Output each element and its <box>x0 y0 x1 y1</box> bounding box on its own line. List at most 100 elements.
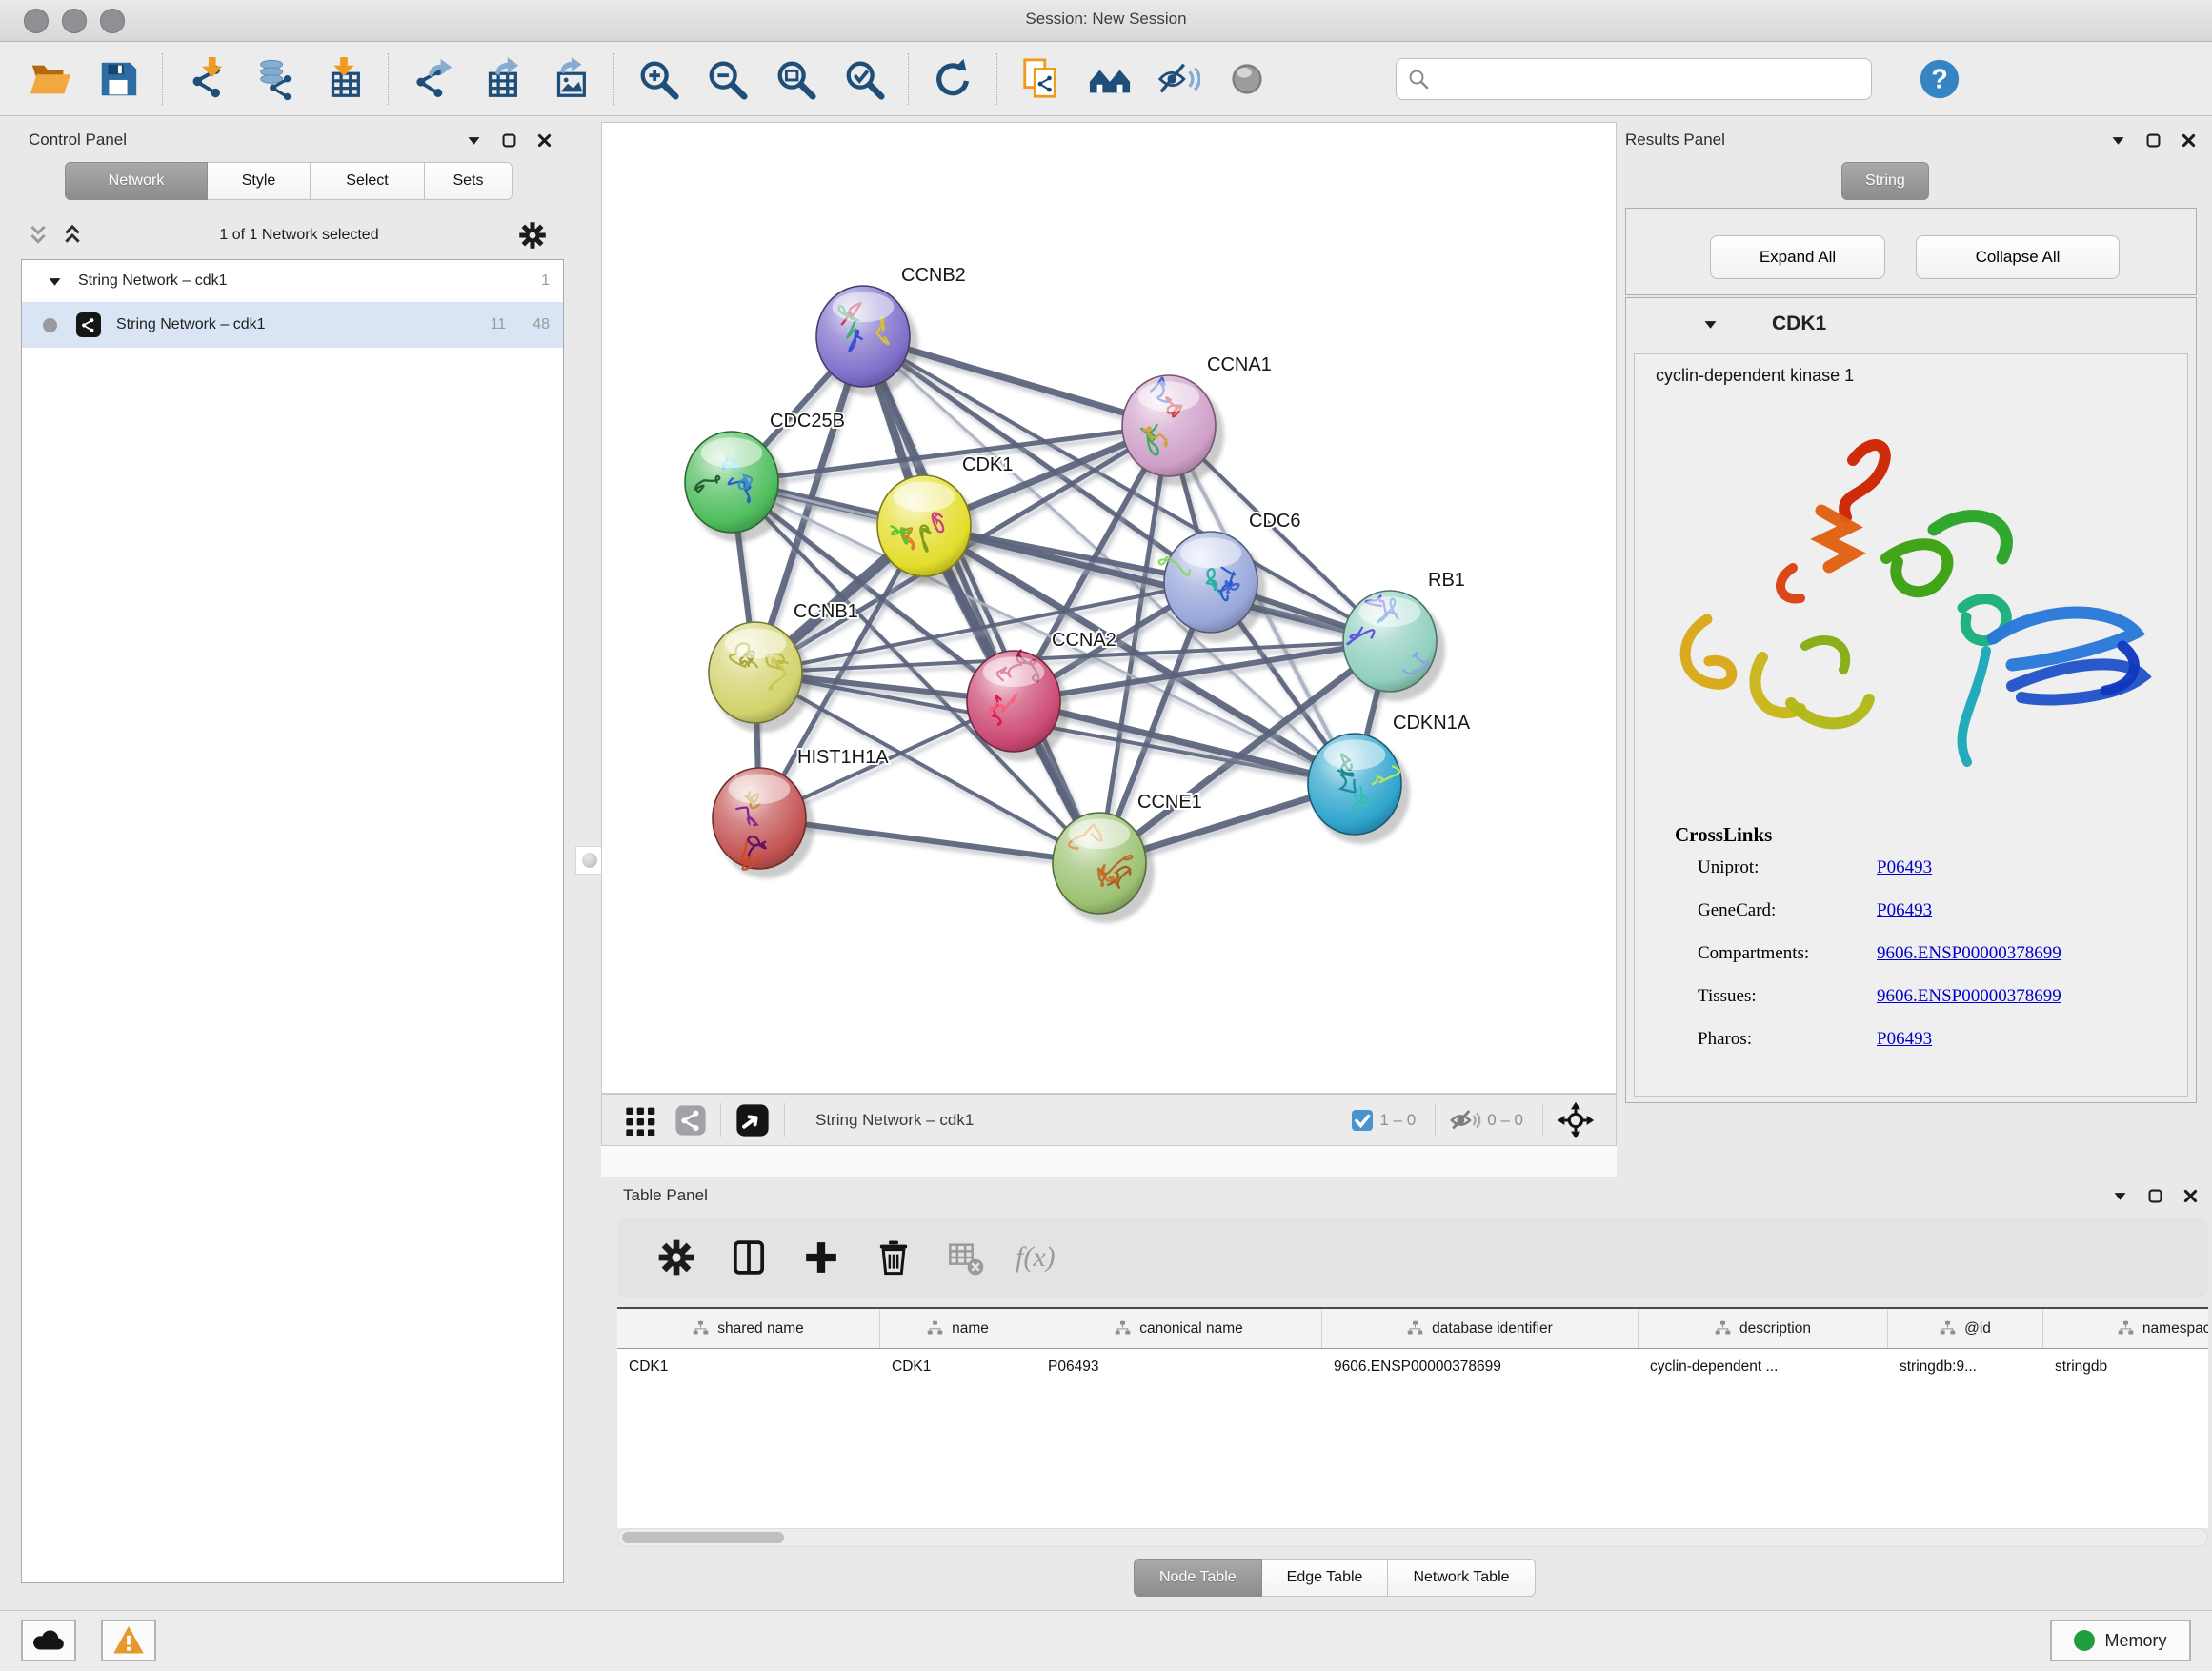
panel-menu-icon[interactable] <box>466 132 482 149</box>
table-cell[interactable]: P06493 <box>1036 1359 1322 1376</box>
crosslink-label: Compartments: <box>1698 943 1877 964</box>
home-icon[interactable] <box>1086 55 1134 103</box>
crosslink-tissues-link[interactable]: 9606.ENSP00000378699 <box>1877 986 2061 1007</box>
panel-menu-icon[interactable] <box>2110 132 2126 149</box>
zoom-fit-icon[interactable] <box>772 55 819 103</box>
tree-expander-icon[interactable] <box>47 273 63 290</box>
panel-close-icon[interactable] <box>536 132 553 149</box>
tab-edge-table[interactable]: Edge Table <box>1262 1559 1389 1597</box>
zoom-in-icon[interactable] <box>634 55 682 103</box>
collapse-all-tree-icon[interactable] <box>63 223 82 248</box>
tab-node-table[interactable]: Node Table <box>1134 1559 1262 1597</box>
graphics-detail-icon[interactable] <box>1223 55 1271 103</box>
show-columns-icon[interactable] <box>727 1236 771 1279</box>
network-node-RB1[interactable]: RB1 <box>1343 570 1465 701</box>
column-header-description[interactable]: description <box>1639 1309 1888 1348</box>
column-header-namespace[interactable]: namespace <box>2043 1309 2208 1348</box>
network-canvas[interactable]: CCNB2CCNA1CDC25BCDK1CDC6RB1CCNB1CCNA2CDK… <box>601 122 1617 1094</box>
birdseye-view-icon[interactable] <box>734 1102 771 1138</box>
network-row-selected[interactable]: String Network – cdk1 11 48 <box>22 302 563 348</box>
add-column-icon[interactable] <box>799 1236 843 1279</box>
table-cell[interactable]: 9606.ENSP00000378699 <box>1322 1359 1639 1376</box>
crosslink-compartments-link[interactable]: 9606.ENSP00000378699 <box>1877 943 2061 964</box>
tab-network[interactable]: Network <box>65 162 208 200</box>
network-node-CCNA1[interactable]: CCNA1 <box>1122 354 1272 486</box>
table-cell[interactable]: cyclin-dependent ... <box>1639 1359 1888 1376</box>
table-cell[interactable]: CDK1 <box>880 1359 1036 1376</box>
panel-menu-icon[interactable] <box>2112 1188 2128 1204</box>
table-cell[interactable]: stringdb <box>2043 1359 2208 1376</box>
import-network-icon[interactable] <box>183 55 231 103</box>
help-icon[interactable]: ? <box>1916 55 1963 103</box>
delete-column-icon[interactable] <box>872 1236 915 1279</box>
table-settings-gear-icon[interactable] <box>654 1236 698 1279</box>
tab-style[interactable]: Style <box>208 162 311 200</box>
import-database-icon[interactable] <box>251 55 299 103</box>
zoom-selected-icon[interactable] <box>840 55 888 103</box>
panel-float-icon[interactable] <box>2145 132 2162 149</box>
tab-sets[interactable]: Sets <box>425 162 513 200</box>
protein-structure-image <box>1648 408 2176 808</box>
cloud-button[interactable] <box>21 1620 76 1661</box>
export-table-icon[interactable] <box>477 55 525 103</box>
network-options-gear-icon[interactable] <box>518 221 547 250</box>
search-input[interactable] <box>1396 58 1872 100</box>
crosslink-pharos-link[interactable]: P06493 <box>1877 1029 1932 1050</box>
network-collection-row[interactable]: String Network – cdk1 1 <box>22 260 563 302</box>
table-horizontal-scrollbar[interactable] <box>617 1528 2208 1547</box>
fit-crosshair-icon[interactable] <box>1557 1101 1595 1139</box>
network-node-CCNB2[interactable]: CCNB2 <box>816 265 966 396</box>
view-grid-icon[interactable] <box>625 1105 655 1136</box>
import-table-icon[interactable] <box>320 55 368 103</box>
crosslink-genecard-link[interactable]: P06493 <box>1877 900 1932 921</box>
column-header-@id[interactable]: @id <box>1888 1309 2043 1348</box>
network-edge-CCNB2-CCNE1[interactable] <box>863 336 1099 863</box>
panel-close-icon[interactable] <box>2182 1188 2199 1204</box>
gene-section-header[interactable]: CDK1 <box>1626 298 2196 350</box>
tab-string[interactable]: String <box>1841 162 1929 200</box>
memory-button[interactable]: Memory <box>2050 1620 2191 1661</box>
panel-close-icon[interactable] <box>2181 132 2197 149</box>
node-label-CDC6: CDC6 <box>1249 511 1300 532</box>
tab-select[interactable]: Select <box>311 162 425 200</box>
panel-float-icon[interactable] <box>501 132 517 149</box>
export-network-icon[interactable] <box>409 55 456 103</box>
collapse-all-button[interactable]: Collapse All <box>1916 235 2120 279</box>
tab-network-table[interactable]: Network Table <box>1388 1559 1535 1597</box>
column-header-database-identifier[interactable]: database identifier <box>1322 1309 1639 1348</box>
zoom-out-icon[interactable] <box>703 55 751 103</box>
hide-unhide-icon[interactable] <box>1155 55 1202 103</box>
share-view-icon[interactable] <box>674 1104 707 1137</box>
network-node-CDKN1A[interactable]: CDKN1A <box>1308 713 1471 844</box>
crosslink-uniprot-link[interactable]: P06493 <box>1877 857 1932 878</box>
column-header-canonical-name[interactable]: canonical name <box>1036 1309 1322 1348</box>
expand-all-tree-icon[interactable] <box>29 223 48 248</box>
open-session-icon[interactable] <box>26 55 73 103</box>
export-image-icon[interactable] <box>546 55 593 103</box>
column-label: @id <box>1964 1320 1991 1338</box>
scrollbar-thumb[interactable] <box>622 1532 784 1543</box>
node-label-CCNB2: CCNB2 <box>901 265 966 286</box>
toolbar-icon-groups <box>15 53 1281 105</box>
selected-checkbox-icon[interactable] <box>1351 1109 1374 1132</box>
table-cell[interactable]: CDK1 <box>617 1359 880 1376</box>
expand-all-button[interactable]: Expand All <box>1710 235 1885 279</box>
column-header-shared-name[interactable]: shared name <box>617 1309 880 1348</box>
clone-network-icon[interactable] <box>1017 55 1065 103</box>
control-panel-title: Control Panel <box>29 131 127 150</box>
network-node-HIST1H1A[interactable]: HIST1H1A <box>713 747 889 878</box>
section-expander-icon[interactable] <box>1702 316 1719 332</box>
column-header-name[interactable]: name <box>880 1309 1036 1348</box>
refresh-network-icon[interactable] <box>929 55 976 103</box>
table-row[interactable]: CDK1CDK1P064939606.ENSP00000378699cyclin… <box>617 1349 2208 1385</box>
node-count: 11 <box>491 316 507 333</box>
warnings-button[interactable] <box>101 1620 156 1661</box>
table-cell[interactable]: stringdb:9... <box>1888 1359 2043 1376</box>
save-session-icon[interactable] <box>94 55 142 103</box>
warning-icon <box>111 1623 146 1658</box>
network-selection-status: 1 of 1 Network selected <box>90 227 509 244</box>
column-type-icon <box>1940 1320 1956 1337</box>
left-splitter-handle[interactable] <box>575 846 604 875</box>
results-panel-title: Results Panel <box>1625 131 1725 150</box>
panel-float-icon[interactable] <box>2147 1188 2163 1204</box>
